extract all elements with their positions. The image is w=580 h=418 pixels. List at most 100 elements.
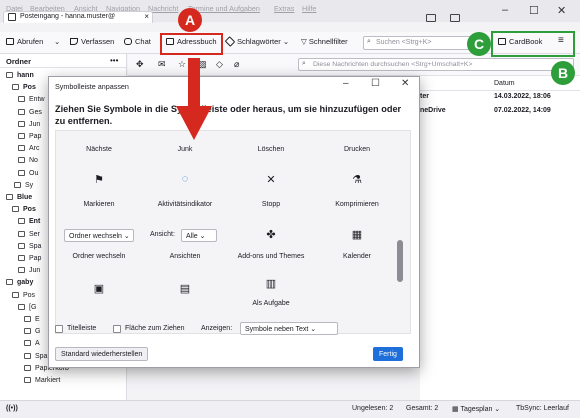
folder-item[interactable]: hann [6, 72, 34, 83]
row-sender: neDrive [420, 107, 446, 114]
folder-label: No [29, 157, 38, 165]
maximize-button[interactable]: ☐ [529, 4, 539, 17]
folder-item[interactable]: Jun [18, 120, 40, 132]
attachment-filter-icon[interactable]: ⌀ [234, 59, 239, 70]
folder-item[interactable]: Pos [12, 206, 36, 217]
chat-button[interactable]: Chat [124, 37, 151, 46]
fetch-button[interactable]: Abrufen [6, 37, 43, 46]
folder-icon [6, 72, 13, 78]
folder-label: Pap [29, 255, 42, 262]
folder-item[interactable]: E [24, 316, 40, 327]
palette-item-stop[interactable]: Stopp [228, 201, 314, 208]
filter-icon: ▽ [301, 37, 309, 46]
folder-item[interactable]: Ser [18, 230, 40, 242]
callout-badge-c: C [467, 32, 491, 56]
quickfilter-button[interactable]: ▽ Schnellfilter [301, 37, 348, 46]
drag-space-checkbox[interactable] [113, 325, 121, 333]
folder-item[interactable]: Entw [18, 96, 45, 107]
tbsync-status[interactable]: TbSync: Leerlauf [516, 405, 569, 412]
folder-label: Spa [29, 242, 42, 250]
palette-item-as-task[interactable]: Als Aufgabe [228, 300, 314, 307]
folder-label: Markiert [35, 377, 61, 384]
folder-label: Pos [23, 291, 36, 299]
pin-icon[interactable]: ✥ [136, 59, 144, 70]
fetch-dropdown-icon[interactable]: ⌄ [54, 37, 60, 46]
palette-item-mark[interactable]: Markieren [56, 201, 142, 208]
tab-posteingang[interactable]: Posteingang - hanna.muster@ × [3, 11, 153, 23]
palette-item-views[interactable]: Ansichten [142, 253, 228, 260]
folder-item[interactable]: Ou [18, 169, 38, 181]
event-icon[interactable]: ▤ [142, 282, 228, 295]
palette-item-delete[interactable]: Löschen [228, 146, 314, 153]
folder-icon [12, 84, 19, 91]
cardbook-highlight [491, 31, 575, 57]
folder-item[interactable]: Blue [6, 194, 32, 205]
unread-count: Ungelesen: 2 [352, 405, 394, 412]
palette-item-compact[interactable]: Komprimieren [314, 201, 400, 208]
compose-button[interactable]: Verfassen [70, 37, 114, 46]
search-input[interactable]: ⌕ Suchen <Strg+K> [363, 36, 483, 50]
today-pane-button[interactable]: ▦ Tagesplan ⌄ [452, 405, 500, 413]
folder-item[interactable]: Pap [18, 255, 41, 266]
folder-item[interactable]: gaby [6, 279, 33, 290]
folder-item[interactable]: [G [18, 303, 36, 315]
folder-item[interactable]: Sy [14, 181, 33, 193]
message-filter-input[interactable]: ⌕ Diese Nachrichten durchsuchen <Strg+Um… [298, 58, 574, 71]
palette-item-junk[interactable]: Junk [142, 146, 228, 153]
folder-item[interactable]: Arc [18, 145, 40, 156]
folder-item[interactable]: G [24, 328, 40, 339]
folder-item[interactable]: Ges [18, 108, 42, 120]
table-row[interactable]: ter 14.03.2022, 18:06 [420, 93, 580, 105]
menu-hilfe[interactable]: Hilfe [302, 4, 316, 13]
palette-item-addons[interactable]: Add-ons und Themes [228, 253, 314, 260]
view-dropdown[interactable]: Alle ⌄ [181, 229, 217, 242]
dialog-minimize-button[interactable]: – [343, 78, 349, 89]
palette-item-folder-switch[interactable]: Ordner wechseln [56, 253, 142, 260]
compact-icon: ⚗ [352, 174, 362, 186]
folder-item[interactable]: Spa [18, 242, 42, 254]
folder-item[interactable]: No [18, 157, 38, 168]
folder-item[interactable]: Pos [12, 291, 36, 303]
folder-item[interactable]: Markiert [24, 377, 60, 388]
tasks-tab-icon[interactable] [450, 14, 460, 22]
red-arrow-icon [176, 58, 212, 140]
folder-label: Arc [29, 145, 40, 153]
dialog-close-button[interactable]: ✕ [401, 78, 409, 89]
folder-item[interactable]: Pap [18, 133, 41, 144]
folder-icon [18, 230, 25, 237]
folder-icon [24, 340, 31, 347]
folder-switch-dropdown[interactable]: Ordner wechseln ⌄ [64, 229, 134, 242]
show-mode-dropdown[interactable]: Symbole neben Text ⌄ [240, 322, 338, 335]
menu-extras[interactable]: Extras [274, 4, 294, 13]
palette-item-next[interactable]: Nächste [56, 146, 142, 153]
palette-item-calendar[interactable]: Kalender [314, 253, 400, 260]
palette-item-print[interactable]: Drucken [314, 146, 400, 153]
minimize-button[interactable]: – [502, 4, 508, 16]
date-column-header[interactable]: Datum [494, 80, 515, 87]
note-icon[interactable]: ▣ [56, 282, 142, 295]
online-status-icon[interactable]: ((•)) [6, 405, 18, 412]
palette-item-activity[interactable]: Aktivitätsindikator [142, 201, 228, 208]
palette-scrollbar[interactable] [397, 240, 403, 282]
folder-more-button[interactable]: ••• [110, 56, 118, 65]
folder-item[interactable]: A [24, 340, 40, 351]
folder-item[interactable]: Ent [18, 218, 40, 229]
done-button[interactable]: Fertig [373, 347, 403, 361]
tab-close-icon[interactable]: × [144, 12, 149, 21]
stop-icon: ✕ [266, 174, 276, 186]
window-close-button[interactable]: ✕ [557, 4, 566, 17]
tags-button[interactable]: Schlagwörter ⌄ [224, 36, 289, 47]
tag-filter-icon[interactable]: ◇ [216, 59, 223, 70]
titlebar-checkbox[interactable] [55, 325, 63, 333]
folder-icon [18, 96, 25, 103]
row-date: 14.03.2022, 18:06 [494, 93, 551, 100]
unread-filter-icon[interactable]: ✉ [158, 59, 166, 70]
restore-defaults-button[interactable]: Standard wiederherstellen [55, 347, 149, 361]
folder-item[interactable]: Pos [12, 84, 36, 95]
folder-icon [18, 218, 25, 225]
dialog-maximize-button[interactable]: ☐ [371, 78, 380, 89]
folder-item[interactable]: Jun [18, 267, 40, 278]
calendar-icon: ▦ [351, 229, 363, 241]
table-row[interactable]: neDrive 07.02.2022, 14:09 [420, 107, 580, 119]
calendar-tab-icon[interactable] [426, 14, 436, 22]
